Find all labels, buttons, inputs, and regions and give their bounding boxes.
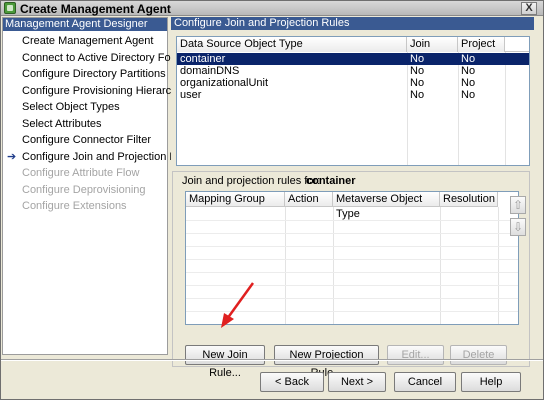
nav-item-join-projection-rules[interactable]: ➔ Configure Join and Projection Rules <box>3 149 198 166</box>
column-header-project[interactable]: Project <box>458 37 505 52</box>
nav-item-create-management-agent[interactable]: Create Management Agent <box>3 33 167 50</box>
nav-item-label: Select Object Types <box>22 101 120 113</box>
rules-table-header: Mapping Group Action Metaverse Object Ty… <box>186 192 518 220</box>
rules-label: Join and projection rules for: <box>182 175 321 187</box>
footer-separator <box>1 359 543 361</box>
move-down-icon[interactable]: ⇩ <box>510 218 526 236</box>
cell-object-type: container <box>180 53 226 65</box>
nav-item-directory-partitions[interactable]: Configure Directory Partitions <box>3 66 167 83</box>
cell-project: No <box>461 77 476 89</box>
join-projection-page: Configure Join and Projection Rules Data… <box>171 17 534 379</box>
column-divider <box>498 207 499 324</box>
cell-project: No <box>461 89 476 101</box>
column-divider <box>333 207 334 324</box>
new-projection-rule-button[interactable]: New Projection Rule... <box>274 345 379 379</box>
nav-item-label: Configure Attribute Flow <box>22 167 140 179</box>
rules-table[interactable]: Mapping Group Action Metaverse Object Ty… <box>185 191 519 325</box>
current-step-arrow-icon: ➔ <box>7 150 17 163</box>
table-row[interactable]: user No No <box>177 89 529 101</box>
nav-item-provisioning-hierarchy[interactable]: Configure Provisioning Hierarchy <box>3 83 183 100</box>
nav-item-label: Configure Directory Partitions <box>22 68 166 80</box>
nav-item-attributes[interactable]: Select Attributes <box>3 116 167 133</box>
rules-object-name: container <box>306 175 356 187</box>
nav-item-object-types[interactable]: Select Object Types <box>3 99 167 116</box>
row-gridline <box>186 220 518 221</box>
cell-join: No <box>410 89 425 101</box>
table-row[interactable]: organizationalUnit No No <box>177 77 529 89</box>
management-agent-icon <box>4 2 16 14</box>
column-header-resolution[interactable]: Resolution <box>440 192 498 207</box>
cell-join: No <box>410 77 425 89</box>
row-gridline <box>186 233 518 234</box>
row-gridline <box>186 298 518 299</box>
delete-rule-button: Delete <box>450 345 507 365</box>
rules-group: Join and projection rules for: container… <box>172 171 530 379</box>
title-bar: Create Management Agent X <box>1 1 543 16</box>
column-header-metaverse-object-type[interactable]: Metaverse Object Type <box>333 192 440 220</box>
nav-item-connector-filter[interactable]: Configure Connector Filter <box>3 132 167 149</box>
row-gridline <box>186 311 518 312</box>
row-gridline <box>186 246 518 247</box>
nav-item-connect-forest[interactable]: Connect to Active Directory Forest <box>3 50 189 67</box>
nav-item-label: Create Management Agent <box>22 35 154 47</box>
column-header-data-source-object-type[interactable]: Data Source Object Type <box>177 37 407 52</box>
row-gridline <box>186 272 518 273</box>
column-divider <box>285 207 286 324</box>
cell-object-type: user <box>180 89 202 101</box>
back-button[interactable]: < Back <box>260 372 324 392</box>
close-button[interactable]: X <box>521 2 537 15</box>
cell-join: No <box>410 53 425 65</box>
move-up-icon[interactable]: ⇧ <box>510 196 526 214</box>
nav-item-label: Configure Extensions <box>22 200 127 212</box>
nav-item-deprovisioning: Configure Deprovisioning <box>3 182 167 199</box>
designer-nav-panel: Management Agent Designer Create Managem… <box>2 17 198 355</box>
table-row[interactable]: domainDNS No No <box>177 65 529 77</box>
designer-nav-list: Create Management Agent Connect to Activ… <box>3 33 198 215</box>
table-row[interactable]: container No No <box>177 53 529 65</box>
cell-project: No <box>461 65 476 77</box>
page-title: Configure Join and Projection Rules <box>171 17 534 30</box>
column-header-action[interactable]: Action <box>285 192 333 207</box>
nav-item-label: Connect to Active Directory Forest <box>22 51 189 64</box>
cell-join: No <box>410 65 425 77</box>
nav-item-extensions: Configure Extensions <box>3 198 167 215</box>
create-management-agent-window: Create Management Agent X Management Age… <box>0 0 544 400</box>
window-title: Create Management Agent <box>20 2 171 16</box>
column-header-join[interactable]: Join <box>407 37 458 52</box>
column-header-mapping-group[interactable]: Mapping Group <box>186 192 285 207</box>
help-button[interactable]: Help <box>461 372 521 392</box>
nav-item-label: Configure Deprovisioning <box>22 183 146 196</box>
edit-rule-button: Edit... <box>387 345 444 365</box>
next-button[interactable]: Next > <box>328 372 386 392</box>
cell-object-type: organizationalUnit <box>180 77 269 89</box>
row-gridline <box>186 285 518 286</box>
object-type-table-header: Data Source Object Type Join Project <box>177 37 529 52</box>
cancel-button[interactable]: Cancel <box>394 372 456 392</box>
nav-item-label: Configure Connector Filter <box>22 134 152 146</box>
designer-nav-header: Management Agent Designer <box>3 18 167 31</box>
column-divider <box>440 207 441 324</box>
nav-item-label: Configure Provisioning Hierarchy <box>22 84 183 97</box>
object-type-table[interactable]: Data Source Object Type Join Project con… <box>176 36 530 166</box>
new-join-rule-button[interactable]: New Join Rule... <box>185 345 265 379</box>
row-gridline <box>186 259 518 260</box>
nav-item-attribute-flow: Configure Attribute Flow <box>3 165 167 182</box>
nav-item-label: Select Attributes <box>22 117 102 130</box>
cell-project: No <box>461 53 476 65</box>
cell-object-type: domainDNS <box>180 65 240 77</box>
